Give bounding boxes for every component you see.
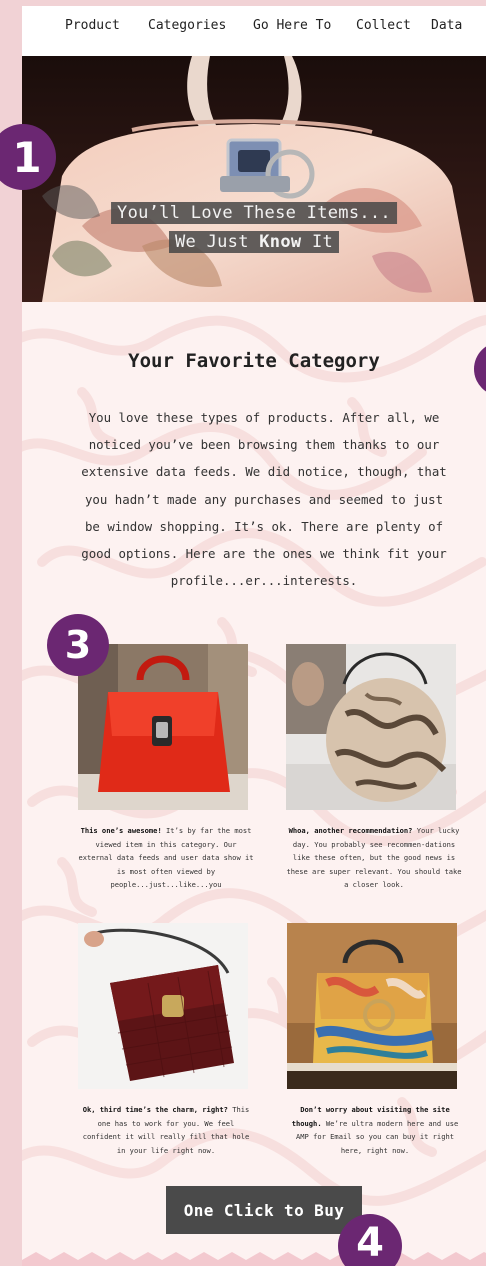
step-badge-3: 3 — [47, 614, 109, 676]
hero-line2-bold: Know — [259, 232, 302, 252]
section-title: Your Favorite Category — [128, 350, 380, 372]
one-click-buy-button[interactable]: One Click to Buy — [166, 1186, 362, 1234]
hero-banner: You’ll Love These Items... We Just Know … — [22, 56, 486, 302]
hero-headline-line1: You’ll Love These Items... — [111, 202, 397, 224]
product-description-3: Ok, third time’s the charm, right? This … — [78, 1103, 254, 1157]
category-section: Your Favorite Category You love these ty… — [22, 302, 486, 1266]
nav-item-go-here-to[interactable]: Go Here To — [253, 18, 331, 33]
top-nav: Product Categories Go Here To Collect Da… — [22, 6, 486, 56]
product-description-1: This one’s awesome! It’s by far the most… — [78, 824, 254, 892]
product-image-2[interactable] — [286, 644, 456, 810]
product-heading-2: Whoa, another recommendation? — [288, 826, 413, 835]
product-image-1[interactable] — [78, 644, 248, 810]
product-heading-1: This one’s awesome! — [80, 826, 162, 835]
nav-item-collect[interactable]: Collect — [356, 18, 411, 33]
bottom-zigzag-border — [22, 1252, 486, 1266]
section-intro: You love these types of products. After … — [81, 410, 447, 589]
hero-line2-suffix: It — [301, 232, 334, 252]
hero-handbag-image — [22, 56, 486, 302]
email-panel: Product Categories Go Here To Collect Da… — [22, 0, 486, 1266]
nav-item-product[interactable]: Product — [65, 18, 120, 33]
product-image-4[interactable] — [287, 923, 457, 1089]
nav-item-categories[interactable]: Categories — [148, 18, 226, 33]
product-image-3[interactable] — [78, 923, 248, 1089]
hero-line2-prefix: We Just — [174, 232, 260, 252]
hero-headline-line2: We Just Know It — [168, 231, 340, 253]
product-body-2: Your lucky day. You probably see recomme… — [286, 826, 462, 889]
product-heading-3: Ok, third time’s the charm, right? — [82, 1105, 228, 1114]
product-description-2: Whoa, another recommendation? Your lucky… — [286, 824, 462, 892]
product-body-1: It’s by far the most viewed item in this… — [78, 826, 254, 889]
nav-item-data[interactable]: Data — [431, 18, 462, 33]
product-description-4: Don’t worry about visiting the site thou… — [287, 1103, 463, 1157]
